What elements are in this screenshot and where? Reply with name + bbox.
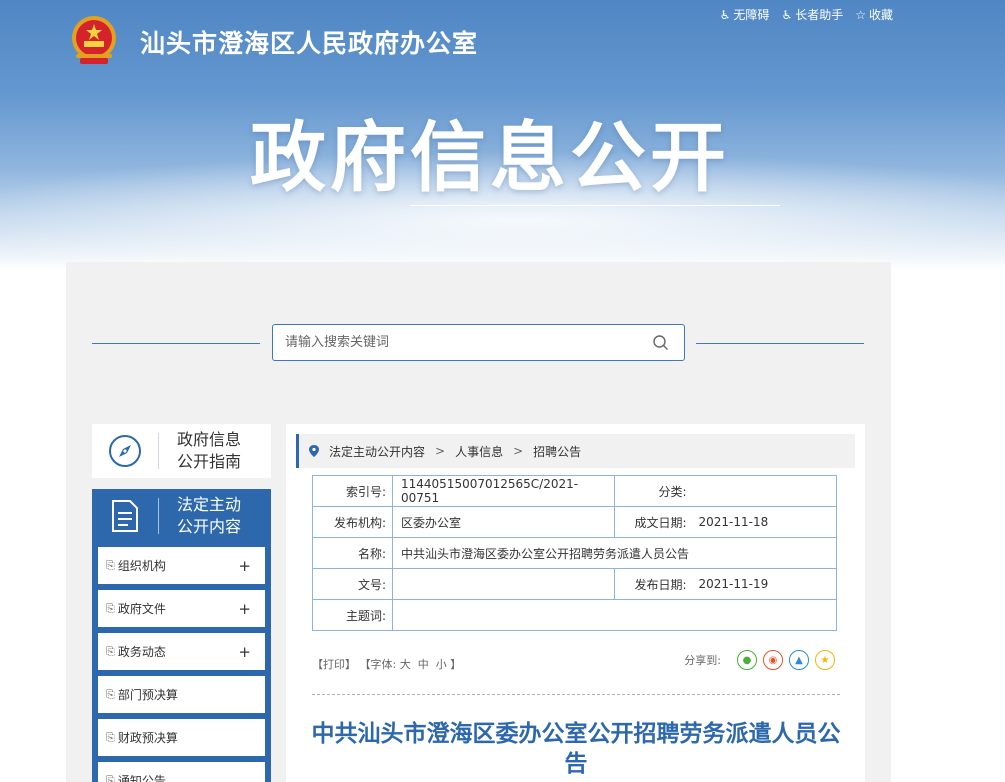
- index-label: 索引号:: [312, 475, 393, 507]
- breadcrumb-item[interactable]: 招聘公告: [533, 443, 581, 460]
- document-small-icon: ⎘: [106, 773, 115, 782]
- created-date-value: 2021-11-18: [696, 506, 837, 538]
- search-divider-right: [696, 343, 864, 344]
- favorite-label: 收藏: [868, 8, 893, 22]
- index-value: 11440515007012565C/2021-00751: [392, 475, 615, 507]
- banner-divider: [410, 205, 780, 206]
- weibo-share-icon[interactable]: ◉: [763, 650, 783, 670]
- national-emblem-icon: [72, 16, 116, 64]
- wechat-share-icon[interactable]: ●: [737, 650, 757, 670]
- publisher-label: 发布机构:: [312, 506, 393, 538]
- document-small-icon: ⎘: [106, 558, 115, 572]
- search-divider-left: [92, 343, 260, 344]
- doc-number-value: [392, 568, 615, 600]
- menu-item-organization[interactable]: ⎘ 组织机构 +: [98, 547, 265, 584]
- document-small-icon: ⎘: [106, 601, 115, 615]
- category-value: [696, 475, 837, 507]
- search-input[interactable]: [273, 325, 633, 360]
- document-small-icon: ⎘: [106, 730, 115, 744]
- subject-label: 主题词:: [312, 599, 393, 631]
- plus-icon[interactable]: +: [238, 600, 251, 618]
- article-tools: 【打印】 【字体: 大 中 小 】: [312, 656, 461, 672]
- publish-date-label: 发布日期:: [614, 568, 697, 600]
- table-row: 索引号: 11440515007012565C/2021-00751 分类:: [312, 475, 837, 507]
- star-icon: ☆: [855, 7, 866, 22]
- main-panel: 政府信息 公开指南 法定主动 公开内容 ⎘组织机构 + ⎘政府文件 + ⎘政务动…: [66, 262, 891, 782]
- publisher-value: 区委办公室: [392, 506, 615, 538]
- sidebar-item-guide[interactable]: 政府信息 公开指南: [92, 424, 271, 478]
- document-small-icon: ⎘: [106, 687, 115, 701]
- subject-value: [392, 599, 837, 631]
- sidebar-menu: ⎘ 组织机构 + ⎘ 政府文件 + ⎘ 政务动态 + ⎘ 部门预决算 ⎘ 财政预决算 ⎘ 通…: [92, 541, 271, 782]
- document-icon: [112, 500, 138, 532]
- table-row: 发布机构: 区委办公室 成文日期: 2021-11-18: [312, 506, 837, 538]
- name-label: 名称:: [312, 537, 393, 569]
- sidebar-item-active[interactable]: 法定主动 公开内容: [92, 489, 271, 543]
- banner-title: 政府信息公开: [250, 113, 730, 202]
- font-size-prefix: 【字体:: [359, 658, 397, 671]
- menu-item-gov-news[interactable]: ⎘ 政务动态 +: [98, 633, 265, 670]
- menu-item-label: 通知公告: [117, 774, 166, 782]
- accessibility-icon: ♿: [719, 7, 731, 22]
- plus-icon[interactable]: +: [238, 557, 251, 575]
- divider: [312, 694, 840, 695]
- breadcrumb-item[interactable]: 人事信息: [455, 443, 503, 460]
- name-value: 中共汕头市澄海区委办公室公开招聘劳务派遣人员公告: [392, 537, 837, 569]
- menu-item-notices[interactable]: ⎘ 通知公告: [98, 762, 265, 782]
- breadcrumb-item[interactable]: 法定主动公开内容: [329, 443, 425, 460]
- plus-icon[interactable]: +: [238, 643, 251, 661]
- menu-item-label: 组织机构: [117, 559, 166, 573]
- search-box: [272, 324, 685, 361]
- font-medium-button[interactable]: 中: [418, 658, 429, 671]
- elder-helper-icon: ♿: [781, 7, 793, 22]
- font-small-button[interactable]: 小: [436, 658, 447, 671]
- breadcrumb: 法定主动公开内容 > 人事信息 > 招聘公告: [296, 434, 855, 468]
- created-date-label: 成文日期:: [614, 506, 697, 538]
- doc-number-label: 文号:: [312, 568, 393, 600]
- table-row: 主题词:: [312, 599, 837, 631]
- document-small-icon: ⎘: [106, 644, 115, 658]
- top-links: ♿ 无障碍 ♿ 长者助手 ☆ 收藏: [720, 6, 893, 23]
- chevron-right-icon: >: [435, 444, 446, 458]
- menu-item-dept-budget[interactable]: ⎘ 部门预决算: [98, 676, 265, 713]
- qq-share-icon[interactable]: ▲: [789, 650, 809, 670]
- chevron-right-icon: >: [513, 444, 524, 458]
- site-title: 汕头市澄海区人民政府办公室: [140, 29, 479, 58]
- menu-item-label: 政务动态: [117, 645, 166, 659]
- share-bar: 分享到: ● ◉ ▲ ★: [684, 650, 835, 670]
- sidebar-item-active-label: 法定主动 公开内容: [177, 495, 242, 536]
- article-title: 中共汕头市澄海区委办公室公开招聘劳务派遣人员公告: [311, 721, 841, 777]
- publish-date-value: 2021-11-19: [696, 568, 837, 600]
- elder-helper-label: 长者助手: [795, 8, 844, 22]
- category-label: 分类:: [614, 475, 697, 507]
- header-banner: 汕头市澄海区人民政府办公室 ♿ 无障碍 ♿ 长者助手 ☆ 收藏 政府信息公开: [0, 0, 1005, 270]
- location-pin-icon: [309, 445, 319, 457]
- accessibility-link[interactable]: ♿ 无障碍: [720, 6, 770, 23]
- share-label: 分享到:: [684, 654, 721, 667]
- font-large-button[interactable]: 大: [400, 658, 411, 671]
- menu-item-gov-docs[interactable]: ⎘ 政府文件 +: [98, 590, 265, 627]
- menu-item-fiscal-budget[interactable]: ⎘ 财政预决算: [98, 719, 265, 756]
- menu-item-label: 财政预决算: [117, 731, 178, 745]
- menu-item-label: 部门预决算: [117, 688, 178, 702]
- qzone-share-icon[interactable]: ★: [815, 650, 835, 670]
- accessibility-label: 无障碍: [733, 8, 770, 22]
- menu-item-label: 政府文件: [117, 602, 166, 616]
- table-row: 名称: 中共汕头市澄海区委办公室公开招聘劳务派遣人员公告: [312, 537, 837, 569]
- table-row: 文号: 发布日期: 2021-11-19: [312, 568, 837, 600]
- compass-icon: [109, 435, 141, 467]
- sidebar-item-guide-label: 政府信息 公开指南: [177, 430, 242, 471]
- metadata-table: 索引号: 11440515007012565C/2021-00751 分类: 发…: [312, 475, 837, 631]
- elder-helper-link[interactable]: ♿ 长者助手: [781, 6, 843, 23]
- font-size-suffix: 】: [450, 658, 462, 671]
- print-button[interactable]: 【打印】: [312, 658, 356, 671]
- search-icon[interactable]: [652, 334, 670, 352]
- content-area: 法定主动公开内容 > 人事信息 > 招聘公告 索引号: 114405150070…: [286, 424, 865, 782]
- favorite-link[interactable]: ☆ 收藏: [855, 6, 893, 23]
